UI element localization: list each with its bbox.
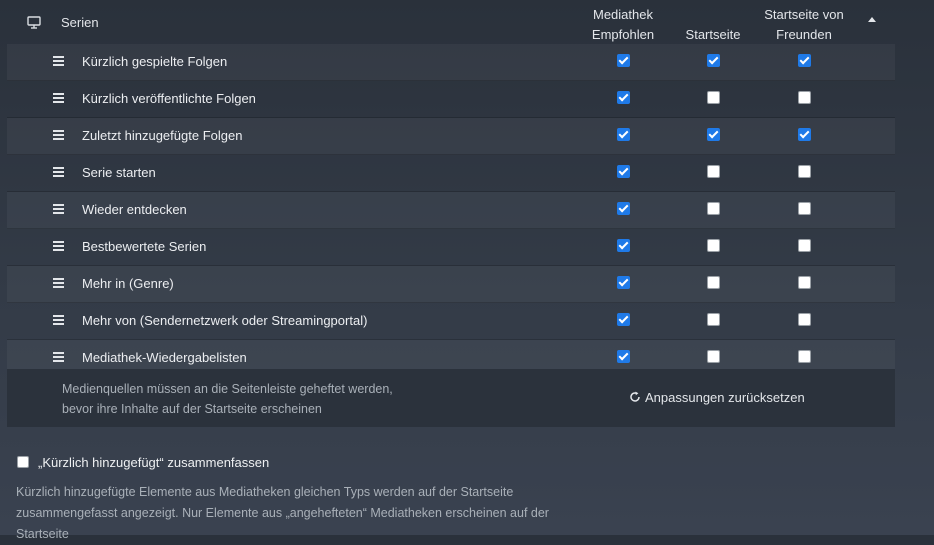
section-row: Mehr in (Genre) — [7, 266, 895, 303]
column-header-library-recommended: Mediathek Empfohlen — [573, 5, 673, 45]
library-recommended-checkbox[interactable] — [617, 54, 630, 67]
table-header: Serien Mediathek Empfohlen Startseite Sta… — [7, 0, 895, 44]
pin-sources-note-line1: Medienquellen müssen an die Seitenleiste… — [62, 382, 393, 396]
section-row-label: Mediathek-Wiedergabelisten — [82, 350, 247, 365]
column-header-home: Startseite — [663, 25, 763, 45]
drag-handle-icon[interactable] — [53, 93, 64, 103]
friends-home-checkbox[interactable] — [798, 276, 811, 289]
drag-handle-icon[interactable] — [53, 56, 64, 66]
drag-handle-icon[interactable] — [53, 352, 64, 362]
friends-home-checkbox[interactable] — [798, 54, 811, 67]
home-checkbox[interactable] — [707, 313, 720, 326]
section-row-label: Mehr von (Sendernetzwerk oder Streamingp… — [82, 313, 368, 328]
drag-handle-icon[interactable] — [53, 315, 64, 325]
library-recommended-checkbox[interactable] — [617, 202, 630, 215]
section-row: Kürzlich veröffentlichte Folgen — [7, 81, 895, 118]
pin-sources-note: Medienquellen müssen an die Seitenleiste… — [62, 379, 393, 419]
library-recommended-checkbox[interactable] — [617, 276, 630, 289]
combine-recently-added-label[interactable]: „Kürzlich hinzugefügt“ zusammenfassen — [38, 455, 269, 470]
section-row-label: Zuletzt hinzugefügte Folgen — [82, 128, 243, 143]
section-row-label: Bestbewertete Serien — [82, 239, 207, 254]
drag-handle-icon[interactable] — [53, 204, 64, 214]
section-row: Mehr von (Sendernetzwerk oder Streamingp… — [7, 303, 895, 340]
reset-customizations-button[interactable]: Anpassungen zurücksetzen — [629, 390, 805, 405]
reset-customizations-label: Anpassungen zurücksetzen — [645, 390, 805, 405]
section-row-label: Kürzlich veröffentlichte Folgen — [82, 91, 256, 106]
section-title: Serien — [61, 15, 99, 30]
home-checkbox[interactable] — [707, 276, 720, 289]
section-row-label: Mehr in (Genre) — [82, 276, 174, 291]
drag-handle-icon[interactable] — [53, 241, 64, 251]
drag-handle-icon[interactable] — [53, 167, 64, 177]
column-header-friends-home[interactable]: Startseite von Freunden — [754, 5, 854, 45]
section-row: Zuletzt hinzugefügte Folgen — [7, 118, 895, 155]
pin-sources-note-line2: bevor ihre Inhalte auf der Startseite er… — [62, 402, 322, 416]
library-recommended-checkbox[interactable] — [617, 350, 630, 363]
home-checkbox[interactable] — [707, 128, 720, 141]
home-checkbox[interactable] — [707, 54, 720, 67]
friends-home-checkbox[interactable] — [798, 313, 811, 326]
section-row-label: Wieder entdecken — [82, 202, 187, 217]
drag-handle-icon[interactable] — [53, 130, 64, 140]
drag-handle-icon[interactable] — [53, 278, 64, 288]
friends-home-checkbox[interactable] — [798, 239, 811, 252]
home-checkbox[interactable] — [707, 165, 720, 178]
home-checkbox[interactable] — [707, 239, 720, 252]
section-row: Serie starten — [7, 155, 895, 192]
library-recommended-checkbox[interactable] — [617, 239, 630, 252]
sort-up-icon[interactable] — [868, 17, 876, 22]
friends-home-checkbox[interactable] — [798, 128, 811, 141]
section-row: Wieder entdecken — [7, 192, 895, 229]
table-footer: Medienquellen müssen an die Seitenleiste… — [7, 369, 895, 427]
section-row-label: Kürzlich gespielte Folgen — [82, 54, 228, 69]
section-row-label: Serie starten — [82, 165, 156, 180]
library-recommended-checkbox[interactable] — [617, 165, 630, 178]
friends-home-checkbox[interactable] — [798, 202, 811, 215]
home-checkbox[interactable] — [707, 202, 720, 215]
friends-home-checkbox[interactable] — [798, 350, 811, 363]
combine-recently-added-checkbox[interactable] — [17, 456, 29, 468]
monitor-icon — [27, 16, 41, 34]
library-recommended-checkbox[interactable] — [617, 128, 630, 141]
section-row: Kürzlich gespielte Folgen — [7, 44, 895, 81]
friends-home-checkbox[interactable] — [798, 165, 811, 178]
column-header-friends-home-text: Startseite von Freunden — [764, 7, 844, 42]
home-checkbox[interactable] — [707, 350, 720, 363]
library-recommended-checkbox[interactable] — [617, 313, 630, 326]
refresh-icon — [629, 390, 641, 405]
column-header-library-recommended-text: Mediathek Empfohlen — [591, 7, 655, 42]
combine-recently-added-description: Kürzlich hinzugefügte Elemente aus Media… — [16, 485, 549, 541]
section-row: Bestbewertete Serien — [7, 229, 895, 266]
friends-home-checkbox[interactable] — [798, 91, 811, 104]
library-recommended-checkbox[interactable] — [617, 91, 630, 104]
home-checkbox[interactable] — [707, 91, 720, 104]
section-rows: Kürzlich gespielte Folgen Kürzlich veröff… — [7, 44, 895, 377]
home-sections-table: Serien Mediathek Empfohlen Startseite Sta… — [7, 0, 895, 377]
column-header-home-text: Startseite — [685, 27, 741, 42]
